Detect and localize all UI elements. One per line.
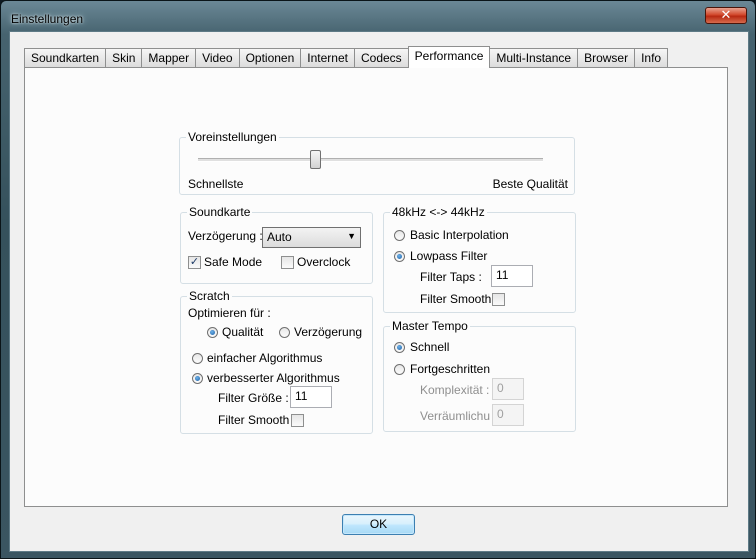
tab-optionen[interactable]: Optionen <box>238 48 302 67</box>
performance-panel: Voreinstellungen Schnellste Beste Qualit… <box>24 67 728 507</box>
tab-info[interactable]: Info <box>634 48 669 67</box>
optimize-label: Optimieren für : <box>188 306 271 320</box>
scratch-filter-size-input[interactable]: 11 <box>290 386 332 408</box>
overclock-label: Overclock <box>297 255 351 269</box>
opt-quality-label: Qualität <box>222 325 264 339</box>
tab-internet[interactable]: Internet <box>300 48 355 67</box>
master-tempo-group-label: Master Tempo <box>390 319 470 333</box>
scratch-group: Scratch Optimieren für : Qualität Verzög… <box>180 289 373 434</box>
latency-select[interactable]: Auto ▼ <box>262 227 361 248</box>
safe-mode-label: Safe Mode <box>204 255 263 269</box>
tempo-fast-label: Schnell <box>410 340 450 354</box>
filter-taps-input[interactable]: 11 <box>491 265 533 287</box>
settings-window: Einstellungen ✕ Soundkarten Skin Mapper … <box>0 0 756 559</box>
preset-left-label: Schnellste <box>188 177 244 191</box>
lowpass-filter-label: Lowpass Filter <box>410 249 488 263</box>
tempo-fast-radio[interactable] <box>394 342 405 353</box>
smearing-label: Verräumlichung <box>420 409 490 423</box>
alg-improved-radio[interactable] <box>192 373 203 384</box>
chevron-down-icon: ▼ <box>347 231 356 241</box>
tab-video[interactable]: Video <box>195 48 240 67</box>
smearing-input[interactable]: 0 <box>492 404 524 426</box>
lowpass-filter-radio[interactable] <box>394 251 405 262</box>
resample-filter-smooth-label: Filter Smooth <box>420 292 492 306</box>
safe-mode-checkbox[interactable]: ✓ <box>188 256 201 269</box>
resample-filter-smooth-checkbox[interactable] <box>492 293 505 306</box>
tempo-advanced-label: Fortgeschritten <box>410 362 491 376</box>
overclock-checkbox[interactable] <box>281 256 294 269</box>
soundcard-group: Soundkarte Verzögerung : Auto ▼ ✓ Safe M… <box>180 205 373 284</box>
presets-group: Voreinstellungen Schnellste Beste Qualit… <box>179 130 575 195</box>
tab-skin[interactable]: Skin <box>105 48 143 67</box>
tab-soundkarten[interactable]: Soundkarten <box>24 48 107 67</box>
ok-button[interactable]: OK <box>342 514 415 535</box>
scratch-filter-smooth-label: Filter Smooth <box>218 413 290 427</box>
tab-multi-instance[interactable]: Multi-Instance <box>489 48 579 67</box>
basic-interpolation-radio[interactable] <box>394 230 405 241</box>
preset-slider-thumb[interactable] <box>309 150 321 169</box>
basic-interpolation-label: Basic Interpolation <box>410 228 509 242</box>
opt-quality-radio[interactable] <box>207 327 218 338</box>
alg-improved-label: verbesserter Algorithmus <box>207 371 340 385</box>
tab-codecs[interactable]: Codecs <box>353 48 409 67</box>
tab-browser[interactable]: Browser <box>577 48 636 67</box>
latency-label: Verzögerung : <box>188 229 263 243</box>
complexity-input[interactable]: 0 <box>492 378 524 400</box>
resample-group-label: 48kHz <-> 44kHz <box>390 205 487 219</box>
preset-slider-track[interactable] <box>198 158 543 162</box>
soundcard-group-label: Soundkarte <box>187 205 253 219</box>
tempo-advanced-radio[interactable] <box>394 364 405 375</box>
opt-latency-label: Verzögerung <box>294 325 363 339</box>
tab-bar: Soundkarten Skin Mapper Video Optionen I… <box>24 46 669 68</box>
window-title: Einstellungen <box>11 12 84 26</box>
latency-select-value: Auto <box>267 230 292 244</box>
scratch-group-label: Scratch <box>187 289 232 303</box>
preset-right-label: Beste Qualität <box>492 177 568 191</box>
dialog-client: Soundkarten Skin Mapper Video Optionen I… <box>9 31 749 552</box>
opt-latency-radio[interactable] <box>279 327 290 338</box>
filter-taps-label: Filter Taps : <box>420 270 482 284</box>
close-button[interactable]: ✕ <box>705 7 747 24</box>
complexity-label: Komplexität : <box>420 383 490 397</box>
close-icon: ✕ <box>720 8 732 23</box>
tab-mapper[interactable]: Mapper <box>141 48 197 67</box>
alg-simple-radio[interactable] <box>192 353 203 364</box>
presets-group-label: Voreinstellungen <box>186 130 279 144</box>
resample-group: 48kHz <-> 44kHz Basic Interpolation Lowp… <box>383 205 576 313</box>
scratch-filter-smooth-checkbox[interactable] <box>291 414 304 427</box>
alg-simple-label: einfacher Algorithmus <box>207 351 323 365</box>
master-tempo-group: Master Tempo Schnell Fortgeschritten Kom… <box>383 319 576 432</box>
tab-performance[interactable]: Performance <box>407 46 491 68</box>
scratch-filter-size-label: Filter Größe : <box>218 391 289 405</box>
